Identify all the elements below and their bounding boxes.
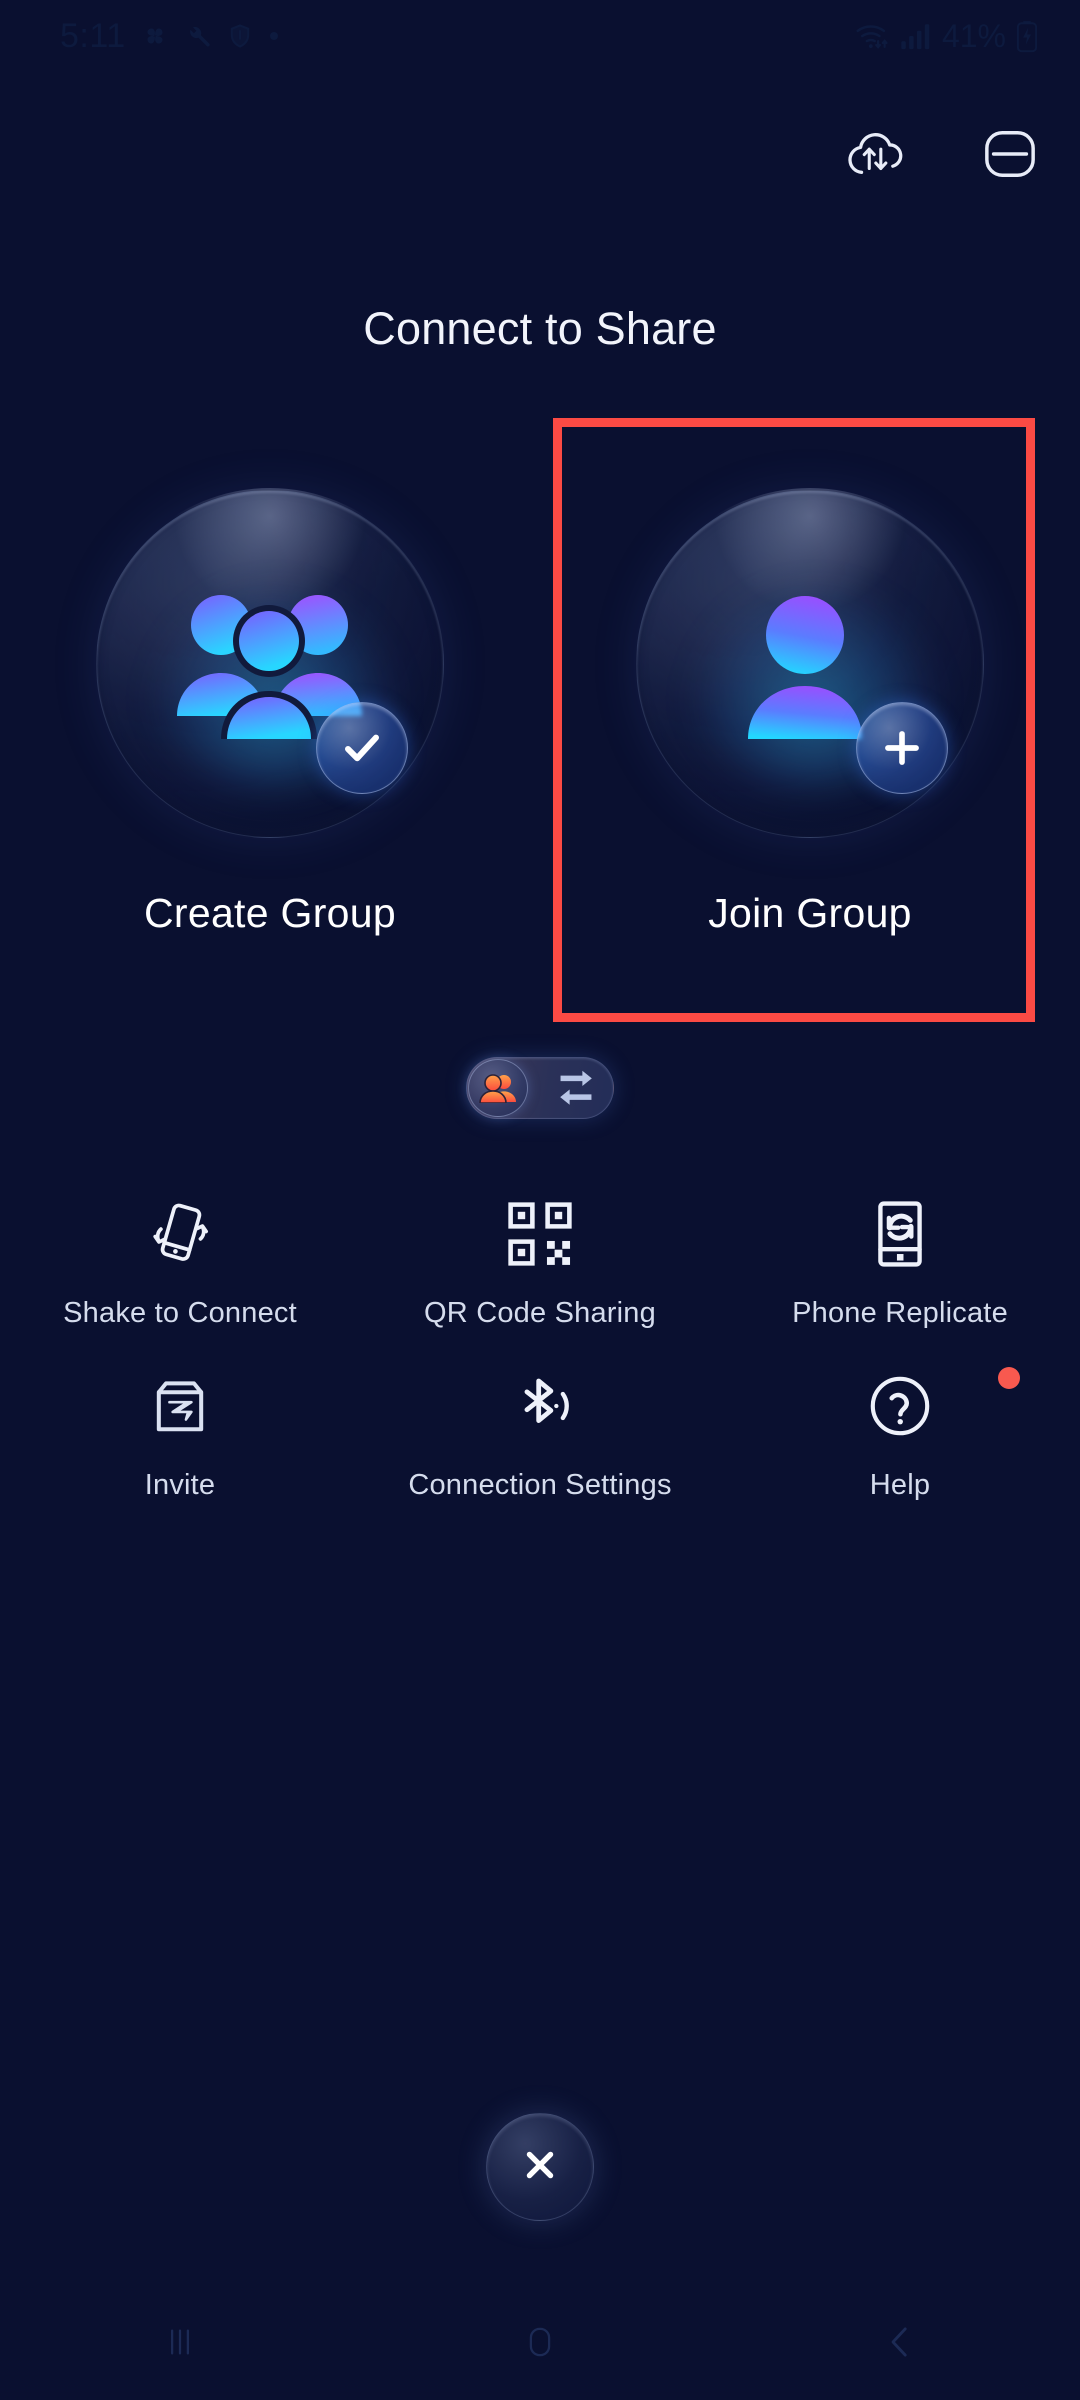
feature-help[interactable]: Help [720, 1367, 1080, 1502]
feature-qr-code-sharing[interactable]: QR Code Sharing [360, 1195, 720, 1330]
battery-charging-icon [1014, 19, 1040, 53]
status-time: 5:11 [60, 17, 126, 56]
join-group-option[interactable]: Join Group [540, 490, 1080, 937]
close-x-icon [517, 2142, 563, 2193]
help-question-icon [863, 1367, 937, 1445]
history-icon[interactable] [974, 118, 1046, 190]
check-badge-icon [316, 702, 408, 794]
recents-button[interactable] [105, 2288, 255, 2400]
recents-bars-icon [159, 2321, 201, 2368]
people-orange-icon [468, 1059, 528, 1117]
feature-invite[interactable]: Invite [0, 1367, 360, 1502]
back-chevron-icon [879, 2321, 921, 2368]
join-group-orb [636, 490, 984, 838]
feature-grid: Shake to Connect [0, 1195, 1080, 1502]
feature-label: Phone Replicate [792, 1297, 1008, 1330]
feature-label: Connection Settings [408, 1469, 671, 1502]
feature-label: QR Code Sharing [424, 1297, 656, 1330]
two-way-arrows-icon [553, 1068, 599, 1108]
bluetooth-icon [503, 1367, 577, 1445]
close-button[interactable] [486, 2113, 594, 2221]
feature-shake-to-connect[interactable]: Shake to Connect [0, 1195, 360, 1330]
status-bar: 5:11 [0, 0, 1080, 72]
home-square-icon [519, 2321, 561, 2368]
transfer-mode-toggle[interactable] [466, 1057, 614, 1119]
join-group-label: Join Group [708, 890, 912, 937]
feature-label: Shake to Connect [63, 1297, 297, 1330]
shake-phone-icon [141, 1195, 219, 1273]
cellular-signal-icon [900, 21, 934, 51]
wrench-icon [184, 22, 212, 50]
feature-connection-settings[interactable]: Connection Settings [360, 1367, 720, 1502]
status-bar-left: 5:11 [60, 17, 280, 56]
home-button[interactable] [465, 2288, 615, 2400]
back-button[interactable] [825, 2288, 975, 2400]
pinwheel-icon [140, 21, 170, 51]
feature-row-2: Invite Connection Settings He [0, 1367, 1080, 1502]
shield-icon [226, 22, 254, 50]
page-title: Connect to Share [0, 303, 1080, 355]
qr-code-icon [503, 1195, 577, 1273]
feature-label: Invite [145, 1469, 216, 1502]
phone-replicate-icon [863, 1195, 937, 1273]
cloud-transfer-icon[interactable] [840, 118, 912, 190]
feature-phone-replicate[interactable]: Phone Replicate [720, 1195, 1080, 1330]
group-options: Create Group [0, 490, 1080, 937]
feature-row-1: Shake to Connect [0, 1195, 1080, 1330]
create-group-label: Create Group [144, 890, 396, 937]
top-action-bar [840, 118, 1046, 190]
create-group-orb [96, 490, 444, 838]
status-bar-right: 41% [854, 18, 1040, 55]
feature-label: Help [870, 1469, 930, 1502]
battery-percentage: 41% [942, 18, 1006, 55]
invite-box-icon [144, 1367, 216, 1445]
plus-badge-icon [856, 702, 948, 794]
dot-icon [268, 30, 280, 42]
system-nav-bar [0, 2288, 1080, 2400]
create-group-option[interactable]: Create Group [0, 490, 540, 937]
wifi-icon [854, 20, 892, 52]
help-notification-dot [998, 1367, 1020, 1389]
